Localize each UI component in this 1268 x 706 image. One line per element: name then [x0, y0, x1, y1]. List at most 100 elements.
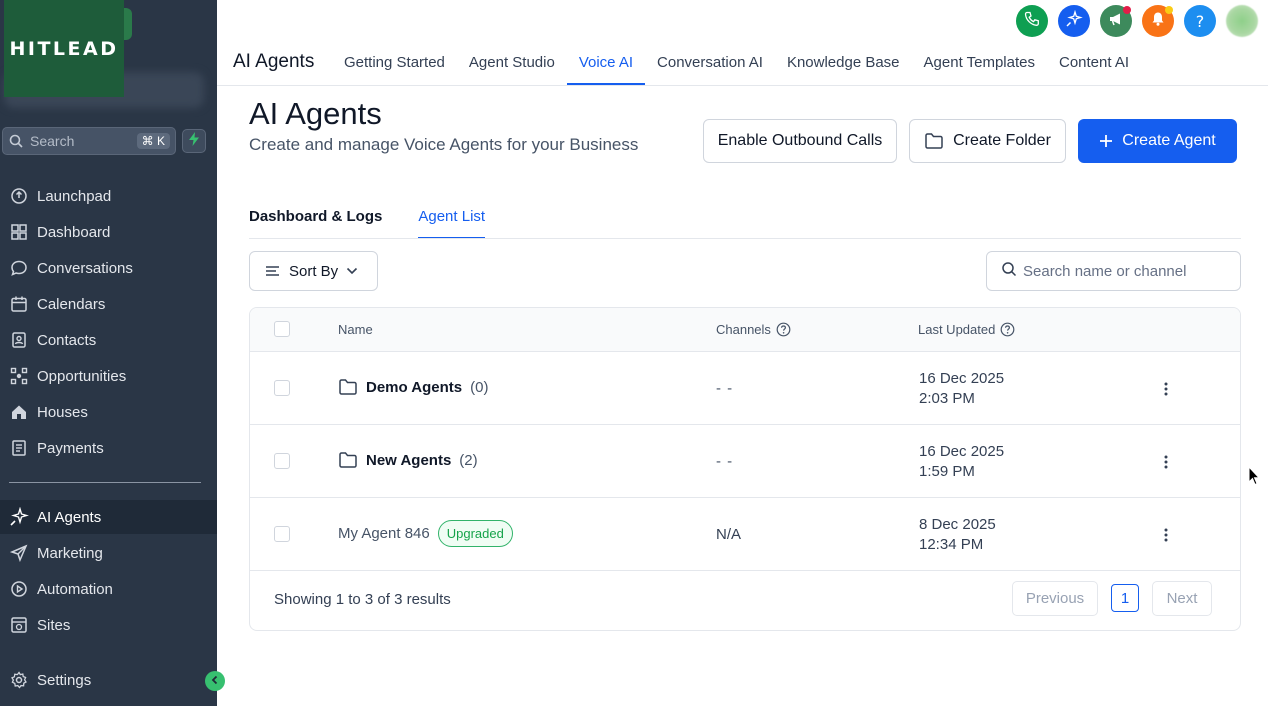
tab-dashboard-logs[interactable]: Dashboard & Logs	[249, 208, 382, 239]
search-icon	[8, 133, 24, 149]
sidebar-item-label: Conversations	[37, 259, 133, 277]
sidebar-item-label: Automation	[37, 580, 113, 598]
sidebar-item-label: Payments	[37, 439, 104, 457]
help-circle-icon[interactable]	[1000, 322, 1015, 337]
tab-conversation-ai[interactable]: Conversation AI	[645, 48, 775, 85]
status-badge: Upgraded	[437, 520, 513, 547]
table-header: Name Channels Last Updated	[250, 308, 1240, 352]
tab-agent-list[interactable]: Agent List	[418, 208, 485, 239]
channels-cell: N/A	[716, 526, 742, 543]
folder-name: Demo Agents	[366, 378, 463, 396]
name-cell[interactable]: Demo Agents (0)	[338, 378, 488, 396]
sidebar-item-launchpad[interactable]: Launchpad	[0, 179, 217, 213]
mouse-cursor-icon	[1248, 465, 1261, 491]
sidebar-item-label: Dashboard	[37, 223, 111, 241]
announcements-button[interactable]	[1100, 5, 1132, 37]
row-checkbox[interactable]	[274, 380, 290, 396]
more-options-icon[interactable]	[1161, 525, 1171, 545]
name-cell[interactable]: New Agents (2)	[338, 451, 478, 469]
next-page-button[interactable]: Next	[1152, 581, 1212, 616]
quick-action-button[interactable]	[182, 129, 206, 153]
sidebar-item-sites[interactable]: Sites	[0, 608, 217, 642]
agent-search[interactable]	[986, 251, 1241, 291]
tab-voice-ai[interactable]: Voice AI	[566, 48, 646, 85]
sort-by-label: Sort By	[289, 262, 339, 280]
logo-area: HITLEAD	[0, 0, 217, 112]
sites-icon	[9, 615, 29, 635]
sidebar-item-automation[interactable]: Automation	[0, 572, 217, 606]
sparkle-icon	[9, 507, 29, 527]
notifications-button[interactable]	[1142, 5, 1174, 37]
last-updated-cell: 16 Dec 2025 1:59 PM	[919, 442, 1004, 482]
more-options-icon[interactable]	[1161, 379, 1171, 399]
row-checkbox[interactable]	[274, 453, 290, 469]
logo: HITLEAD	[4, 0, 124, 97]
help-button[interactable]: ?	[1184, 5, 1216, 37]
sidebar-item-dashboard[interactable]: Dashboard	[0, 215, 217, 249]
phone-icon	[1024, 11, 1040, 32]
chevron-left-icon	[210, 672, 220, 690]
avatar[interactable]	[1226, 5, 1258, 37]
sidebar-divider	[9, 482, 201, 483]
folder-name: New Agents	[366, 451, 452, 469]
megaphone-icon	[1108, 11, 1124, 32]
page-number-button[interactable]: 1	[1111, 584, 1139, 612]
table-row[interactable]: My Agent 846 Upgraded N/A 8 Dec 2025 12:…	[250, 498, 1240, 571]
folder-icon	[924, 132, 944, 150]
search-input[interactable]	[1023, 262, 1233, 280]
gear-icon	[9, 670, 29, 690]
sidebar-item-contacts[interactable]: Contacts	[0, 323, 217, 357]
table-row[interactable]: Demo Agents (0) - - 16 Dec 2025 2:03 PM	[250, 352, 1240, 425]
select-all-checkbox[interactable]	[274, 321, 290, 337]
time-text: 1:59 PM	[919, 463, 975, 480]
logo-text: HITLEAD	[9, 37, 119, 60]
enable-outbound-calls-button[interactable]: Enable Outbound Calls	[703, 119, 897, 163]
table-row[interactable]: New Agents (2) - - 16 Dec 2025 1:59 PM	[250, 425, 1240, 498]
dashboard-icon	[9, 222, 29, 242]
button-label: Create Agent	[1122, 132, 1216, 149]
subtabs: Dashboard & Logs Agent List	[249, 208, 485, 239]
column-name[interactable]: Name	[338, 322, 373, 337]
previous-page-button[interactable]: Previous	[1012, 581, 1098, 616]
create-agent-button[interactable]: Create Agent	[1078, 119, 1237, 163]
ai-assistant-button[interactable]	[1058, 5, 1090, 37]
topnav-divider	[217, 85, 1268, 86]
tab-agent-studio[interactable]: Agent Studio	[457, 48, 567, 85]
payments-icon	[9, 438, 29, 458]
tab-getting-started[interactable]: Getting Started	[332, 48, 457, 85]
tab-knowledge-base[interactable]: Knowledge Base	[775, 48, 912, 85]
sidebar-item-payments[interactable]: Payments	[0, 431, 217, 465]
agents-table: Name Channels Last Updated Demo Agents (…	[249, 307, 1241, 631]
channels-cell: - -	[716, 453, 734, 470]
calendar-icon	[9, 294, 29, 314]
row-checkbox[interactable]	[274, 526, 290, 542]
opportunities-icon	[9, 366, 29, 386]
sidebar-item-calendars[interactable]: Calendars	[0, 287, 217, 321]
automation-icon	[9, 579, 29, 599]
launchpad-icon	[9, 186, 29, 206]
sidebar-item-label: Settings	[37, 671, 92, 689]
phone-button[interactable]	[1016, 5, 1048, 37]
sidebar-item-settings[interactable]: Settings	[0, 663, 217, 697]
bell-icon	[1150, 11, 1166, 32]
last-updated-cell: 8 Dec 2025 12:34 PM	[919, 515, 996, 555]
sidebar-search[interactable]: Search ⌘ K	[2, 127, 176, 155]
sidebar-item-label: Launchpad	[37, 187, 112, 205]
sidebar-item-houses[interactable]: Houses	[0, 395, 217, 429]
sidebar-item-label: Sites	[37, 616, 71, 634]
tab-content-ai[interactable]: Content AI	[1047, 48, 1141, 85]
help-circle-icon[interactable]	[776, 322, 791, 337]
collapse-sidebar-button[interactable]	[205, 671, 225, 691]
more-options-icon[interactable]	[1161, 452, 1171, 472]
tab-agent-templates[interactable]: Agent Templates	[912, 48, 1047, 85]
create-folder-button[interactable]: Create Folder	[909, 119, 1066, 163]
name-cell[interactable]: My Agent 846 Upgraded	[338, 520, 513, 547]
sidebar-item-ai-agents[interactable]: AI Agents	[0, 500, 217, 534]
sort-by-dropdown[interactable]: Sort By	[249, 251, 378, 291]
sidebar-item-marketing[interactable]: Marketing	[0, 536, 217, 570]
column-label: Channels	[716, 322, 771, 337]
help-icon: ?	[1195, 11, 1205, 31]
send-icon	[9, 543, 29, 563]
sidebar-item-opportunities[interactable]: Opportunities	[0, 359, 217, 393]
sidebar-item-conversations[interactable]: Conversations	[0, 251, 217, 285]
